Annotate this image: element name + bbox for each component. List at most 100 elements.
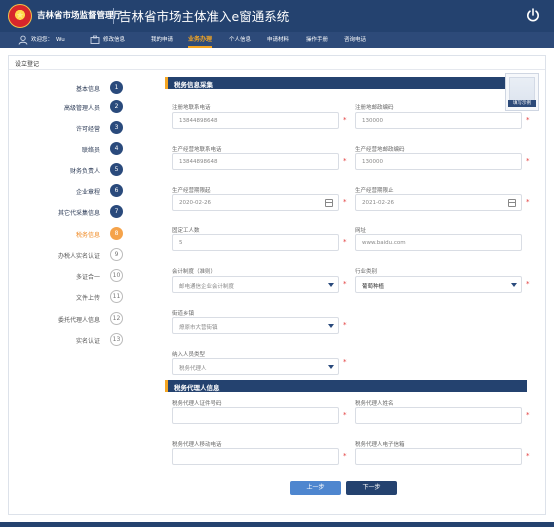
agent-name-input[interactable] — [355, 407, 522, 424]
step-item[interactable]: 办税人实名认证 9 — [48, 248, 128, 262]
welcome-text: 欢迎您： — [31, 37, 54, 43]
start-date-input[interactable]: 2020-02-26 — [172, 194, 339, 211]
nav-edit-info[interactable]: 修改信息 — [103, 32, 125, 48]
example-thumbnail[interactable]: 填写示例 — [505, 73, 539, 111]
required-mark: * — [343, 321, 347, 329]
required-mark: * — [343, 280, 347, 288]
reg-phone-input[interactable]: 13844898648 — [172, 112, 339, 129]
step-item[interactable]: 许可经营 3 — [48, 121, 128, 135]
step-number: 11 — [110, 290, 123, 303]
step-item[interactable]: 委托代理人信息 12 — [48, 312, 128, 326]
step-label: 税务信息 — [75, 232, 100, 239]
agent-type-select[interactable]: 税务代理人 — [172, 358, 339, 375]
step-number: 8 — [110, 227, 123, 240]
url-label: 网址 — [355, 228, 367, 234]
step-number: 2 — [110, 100, 123, 113]
agent-id-input[interactable] — [172, 407, 339, 424]
accounting-select[interactable]: 邮电通信企业会计制度 — [172, 276, 339, 293]
url-input[interactable]: www.baidu.com — [355, 234, 522, 251]
top-nav: 欢迎您： Wu 修改信息 我的申请 业务办理 个人信息 申请材料 操作手册 咨询… — [0, 32, 554, 48]
step-number: 10 — [110, 269, 123, 282]
step-item[interactable]: 实名认证 13 — [48, 333, 128, 347]
app-header: ★ 吉林省市场监督管理厅 吉林省市场主体准入e窗通系统 — [0, 0, 554, 32]
step-item[interactable]: 多证合一 10 — [48, 269, 128, 283]
step-number: 6 — [110, 184, 123, 197]
step-number: 5 — [110, 163, 123, 176]
step-number: 13 — [110, 333, 123, 346]
end-date-input[interactable]: 2021-02-26 — [355, 194, 522, 211]
thumbnail-image — [509, 77, 535, 101]
step-item[interactable]: 联络员 4 — [48, 142, 128, 156]
step-item[interactable]: 企业章程 6 — [48, 184, 128, 198]
required-mark: * — [343, 198, 347, 206]
biz-zip-label: 生产经营地邮政编码 — [355, 147, 405, 153]
header-divider — [113, 8, 114, 24]
section-title: 税务代理人信息 — [174, 384, 220, 392]
start-date-label: 生产经营期限起 — [172, 188, 211, 194]
user-name: Wu — [56, 37, 65, 43]
required-mark: * — [343, 116, 347, 124]
field-value: www.baidu.com — [362, 240, 406, 246]
industry-label: 行业类别 — [355, 269, 378, 275]
biz-zip-input[interactable]: 130000 — [355, 153, 522, 170]
step-item[interactable]: 文件上传 11 — [48, 290, 128, 304]
field-value: 130000 — [362, 159, 383, 165]
accounting-label: 会计制度（准则） — [172, 269, 217, 275]
field-value: 燎原市大营街镇 — [179, 325, 218, 331]
step-item[interactable]: 高级管理人员 2 — [48, 100, 128, 114]
step-number: 7 — [110, 205, 123, 218]
brand-name: 吉林省市场监督管理厅 — [37, 11, 123, 21]
agent-name-label: 税务代理人姓名 — [355, 401, 394, 407]
step-label: 高级管理人员 — [63, 105, 100, 112]
step-label: 多证合一 — [75, 274, 100, 281]
street-select[interactable]: 燎原市大营街镇 — [172, 317, 339, 334]
chevron-down-icon — [511, 283, 517, 287]
chevron-down-icon — [328, 365, 334, 369]
edit-info-icon — [90, 35, 100, 44]
step-label: 基本信息 — [75, 86, 100, 93]
street-label: 街道乡镇 — [172, 311, 195, 317]
reg-zip-input[interactable]: 130000 — [355, 112, 522, 129]
required-mark: * — [526, 198, 530, 206]
user-icon — [18, 35, 28, 45]
nav-my-applications[interactable]: 我的申请 — [151, 32, 173, 48]
end-date-label: 生产经营期限止 — [355, 188, 394, 194]
agent-phone-input[interactable] — [172, 448, 339, 465]
section-title: 税务信息采集 — [174, 81, 213, 89]
power-icon[interactable] — [525, 7, 541, 23]
agent-email-label: 税务代理人电子信箱 — [355, 442, 405, 448]
required-mark: * — [526, 116, 530, 124]
field-value: 2020-02-26 — [179, 200, 211, 206]
required-mark: * — [526, 157, 530, 165]
field-value: 2021-02-26 — [362, 200, 394, 206]
nav-personal-info[interactable]: 个人信息 — [229, 32, 251, 48]
required-mark: * — [343, 238, 347, 246]
nav-business[interactable]: 业务办理 — [188, 32, 213, 48]
staff-input[interactable]: 5 — [172, 234, 339, 251]
field-value: 13844898648 — [179, 118, 218, 124]
calendar-icon[interactable] — [325, 199, 333, 207]
prev-button[interactable]: 上一步 — [290, 481, 341, 495]
nav-manual[interactable]: 操作手册 — [306, 32, 328, 48]
step-item[interactable]: 基本信息 1 — [48, 81, 128, 95]
field-value: 葡萄种植 — [362, 284, 385, 290]
calendar-icon[interactable] — [508, 199, 516, 207]
next-button[interactable]: 下一步 — [346, 481, 397, 495]
step-label: 办税人实名认证 — [57, 253, 100, 260]
step-label: 文件上传 — [75, 295, 100, 302]
biz-phone-input[interactable]: 13844898648 — [172, 153, 339, 170]
step-item[interactable]: 财务负责人 5 — [48, 163, 128, 177]
step-item-active[interactable]: 税务信息 8 — [48, 227, 128, 241]
required-mark: * — [526, 280, 530, 288]
step-label: 财务负责人 — [69, 168, 100, 175]
nav-materials[interactable]: 申请材料 — [267, 32, 289, 48]
field-value: 13844898648 — [179, 159, 218, 165]
agent-email-input[interactable] — [355, 448, 522, 465]
step-number: 4 — [110, 142, 123, 155]
app-title: 吉林省市场主体准入e窗通系统 — [119, 9, 290, 24]
industry-select[interactable]: 葡萄种植 — [355, 276, 522, 293]
required-mark: * — [343, 157, 347, 165]
nav-hotline[interactable]: 咨询电话 — [344, 32, 366, 48]
reg-zip-label: 注册地邮政编码 — [355, 105, 394, 111]
step-item[interactable]: 其它代采集信息 7 — [48, 205, 128, 219]
